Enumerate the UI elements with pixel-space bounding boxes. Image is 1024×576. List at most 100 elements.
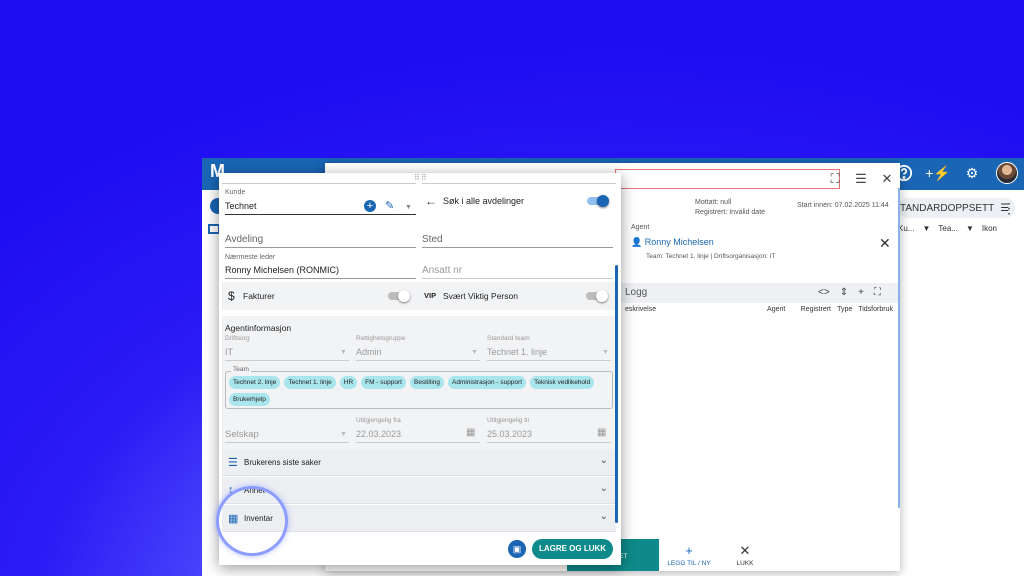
rights-underline bbox=[356, 360, 480, 361]
add-new-label: LEGG TIL / NY bbox=[667, 559, 711, 567]
standard-layout-button[interactable]: TANDARDOPPSETT ☰ bbox=[898, 198, 1016, 218]
lightning-add-icon[interactable]: +⚡ bbox=[925, 163, 951, 183]
received-text: Mottatt: null bbox=[695, 199, 732, 206]
manager-label: Nærmeste leder bbox=[225, 254, 276, 261]
list-icon: ☰ bbox=[228, 457, 238, 469]
scrollbar[interactable] bbox=[898, 188, 900, 508]
location-field[interactable]: Sted bbox=[422, 234, 443, 245]
collapse-icon[interactable]: ⇕ bbox=[840, 287, 848, 298]
person-icon: 👤 bbox=[631, 237, 643, 247]
driftsorg-select[interactable]: IT bbox=[225, 347, 233, 357]
company-underline bbox=[225, 442, 349, 443]
drag-handle-icon[interactable]: ⠿⠿ bbox=[414, 173, 428, 182]
save-and-close-button[interactable]: LAGRE OG LUKK bbox=[532, 539, 613, 559]
log-col-agent[interactable]: Agent bbox=[767, 306, 801, 313]
menu-icon[interactable]: ☰ bbox=[854, 171, 868, 187]
log-col-description[interactable]: eskrivelse bbox=[625, 306, 767, 313]
grid-menu-icon[interactable]: ⋮ bbox=[1002, 200, 1016, 217]
save-icon[interactable]: ▣ bbox=[508, 540, 526, 558]
registered-text: Registrert: Invalid date bbox=[695, 209, 766, 216]
agent-label: Agent bbox=[631, 224, 650, 231]
rights-select[interactable]: Admin bbox=[356, 347, 382, 357]
close-label: LUKK bbox=[736, 559, 754, 567]
invoice-label: Fakturer bbox=[243, 291, 275, 301]
department-field[interactable]: Avdeling bbox=[225, 234, 263, 245]
dropdown-arrow-icon: ▼ bbox=[602, 349, 609, 356]
manager-underline bbox=[225, 278, 416, 279]
employee-number-underline bbox=[422, 278, 613, 279]
agent-info-title: Agentinformasjon bbox=[225, 323, 292, 333]
rights-label: Rettighetsgruppe bbox=[356, 335, 406, 342]
search-all-label: Søk i alle avdelinger bbox=[443, 196, 525, 206]
user-avatar[interactable] bbox=[996, 162, 1018, 184]
unavailable-to-underline bbox=[487, 442, 611, 443]
add-customer-icon[interactable]: + bbox=[364, 200, 376, 212]
agent-name: Ronny Michelsen bbox=[644, 237, 714, 247]
customer-field[interactable]: Technet bbox=[225, 201, 257, 211]
accordion-recent-cases[interactable]: ☰ Brukerens siste saker ⌄ bbox=[222, 449, 616, 476]
team-chip[interactable]: Technet 1. linje bbox=[284, 376, 336, 389]
team-chip[interactable]: Technet 2. linje bbox=[229, 376, 281, 389]
unavailable-from-field[interactable]: 22.03.2023 bbox=[356, 429, 401, 439]
close-icon: ✕ bbox=[739, 542, 751, 558]
filter-icon[interactable]: ▼ bbox=[922, 224, 930, 233]
customer-label: Kunde bbox=[225, 189, 246, 196]
department-underline bbox=[225, 247, 416, 248]
code-icon[interactable]: <> bbox=[818, 287, 830, 298]
team-chip[interactable]: Teknisk vedlikehold bbox=[530, 376, 595, 389]
case-title-input[interactable] bbox=[615, 169, 840, 189]
grid-col-team[interactable]: Tea... bbox=[938, 224, 958, 233]
team-chip[interactable]: Brukerhjelp bbox=[229, 393, 270, 406]
add-new-button[interactable]: + LEGG TIL / NY bbox=[659, 539, 719, 571]
close-icon[interactable]: ✕ bbox=[880, 171, 894, 187]
calendar-icon[interactable]: ▦ bbox=[597, 427, 606, 438]
team-chip[interactable]: Administrasjon - support bbox=[448, 376, 527, 389]
back-arrow-icon[interactable]: ← bbox=[425, 194, 437, 208]
log-col-registered[interactable]: Registrert bbox=[801, 306, 837, 313]
add-icon[interactable]: + bbox=[858, 287, 864, 298]
employee-number-field[interactable]: Ansatt nr bbox=[422, 265, 462, 276]
unavailable-from-underline bbox=[356, 442, 480, 443]
invoice-toggle[interactable] bbox=[388, 290, 410, 302]
fullscreen-icon[interactable]: ⛶ bbox=[828, 171, 842, 187]
driftsorg-label: Driftsorg bbox=[225, 335, 250, 342]
chevron-down-icon: ⌄ bbox=[599, 511, 608, 522]
case-dialog-icons: ⛶ ☰ ✕ bbox=[828, 171, 894, 187]
team-label: Team bbox=[231, 366, 251, 373]
close-case-button[interactable]: ✕ LUKK bbox=[719, 539, 771, 571]
divider bbox=[222, 183, 416, 184]
std-team-select[interactable]: Technet 1. linje bbox=[487, 347, 547, 357]
agent-name-link[interactable]: 👤 Ronny Michelsen bbox=[631, 237, 714, 248]
vip-label: Svært Viktig Person bbox=[443, 291, 518, 301]
dropdown-arrow-icon: ▼ bbox=[340, 431, 347, 438]
log-col-type[interactable]: Type bbox=[837, 306, 858, 313]
unavailable-to-field[interactable]: 25.03.2023 bbox=[487, 429, 532, 439]
unavailable-to-label: Utilgjengelig til bbox=[487, 417, 529, 424]
gear-icon[interactable]: ⚙ bbox=[962, 163, 982, 183]
remove-agent-icon[interactable]: ✕ bbox=[879, 235, 891, 252]
log-icons: <> ⇕ + ⛶ bbox=[818, 287, 881, 298]
log-col-time[interactable]: Tidsforbruk bbox=[858, 306, 893, 313]
company-select[interactable]: Selskap bbox=[225, 429, 259, 440]
grid-col-customer[interactable]: Ku... bbox=[898, 224, 914, 233]
accordion-recent-cases-label: Brukerens siste saker bbox=[244, 458, 321, 467]
search-all-toggle[interactable] bbox=[587, 195, 609, 207]
filter-icon[interactable]: ▼ bbox=[966, 224, 974, 233]
dropdown-arrow-icon[interactable]: ▼ bbox=[405, 204, 412, 211]
grid-col-icon[interactable]: Ikon bbox=[982, 224, 997, 233]
team-chip[interactable]: FM - support bbox=[361, 376, 406, 389]
manager-field[interactable]: Ronny Michelsen (RONMIC) bbox=[225, 265, 339, 275]
driftsorg-underline bbox=[225, 360, 349, 361]
log-title: Logg bbox=[625, 287, 648, 298]
team-chip[interactable]: HR bbox=[339, 376, 358, 389]
plus-icon: + bbox=[685, 542, 693, 558]
team-chip[interactable]: Bestilling bbox=[409, 376, 444, 389]
vip-toggle[interactable] bbox=[586, 290, 608, 302]
vip-icon: VIP bbox=[424, 291, 437, 300]
dropdown-arrow-icon: ▼ bbox=[471, 349, 478, 356]
calendar-icon[interactable]: ▦ bbox=[466, 427, 475, 438]
dollar-icon: $ bbox=[228, 289, 235, 303]
expand-icon[interactable]: ⛶ bbox=[874, 287, 881, 298]
scrollbar[interactable] bbox=[615, 265, 618, 523]
edit-icon[interactable]: ✎ bbox=[385, 199, 394, 212]
